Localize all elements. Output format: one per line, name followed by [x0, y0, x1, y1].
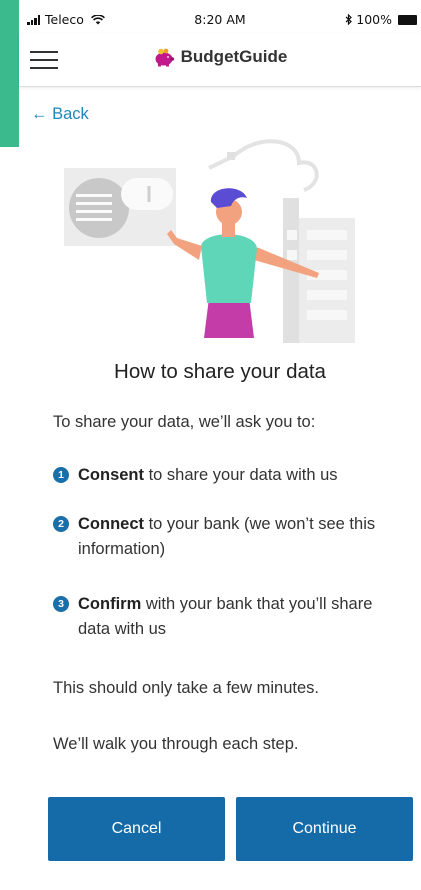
brand-name: BudgetGuide: [180, 47, 288, 66]
walkthrough-note: We’ll walk you through each step.: [53, 735, 299, 753]
app-header: BudgetGuide: [19, 34, 421, 87]
step-keyword: Confirm: [78, 595, 142, 613]
piggy-bank-logo-icon: [155, 48, 174, 66]
step-description: to share your data with us: [144, 466, 338, 484]
intro-text: To share your data, we’ll ask you to:: [53, 413, 316, 431]
cancel-button[interactable]: Cancel: [48, 797, 225, 861]
step-confirm: 3 Confirm with your bank that you’ll sha…: [53, 592, 393, 642]
continue-button[interactable]: Continue: [236, 797, 413, 861]
step-keyword: Connect: [78, 515, 144, 533]
step-connect: 2 Connect to your bank (we won’t see thi…: [53, 512, 393, 562]
data-sharing-illustration: [64, 139, 355, 343]
status-right: 100%: [345, 12, 417, 27]
step-number-badge: 2: [53, 516, 69, 532]
phone-screen: Teleco 8:20 AM 100% BudgetGuide ← Back H…: [19, 0, 421, 890]
brand: BudgetGuide: [19, 47, 421, 67]
duration-note: This should only take a few minutes.: [53, 679, 319, 697]
step-consent: 1 Consent to share your data with us: [53, 463, 413, 488]
battery-icon: [398, 14, 417, 25]
step-number-badge: 3: [53, 596, 69, 612]
page-title: How to share your data: [114, 360, 326, 383]
step-keyword: Consent: [78, 466, 144, 484]
status-bar: Teleco 8:20 AM 100%: [19, 0, 421, 34]
back-link[interactable]: ← Back: [31, 105, 89, 124]
battery-percent: 100%: [356, 12, 392, 27]
bluetooth-icon: [345, 14, 353, 25]
step-number-badge: 1: [53, 467, 69, 483]
